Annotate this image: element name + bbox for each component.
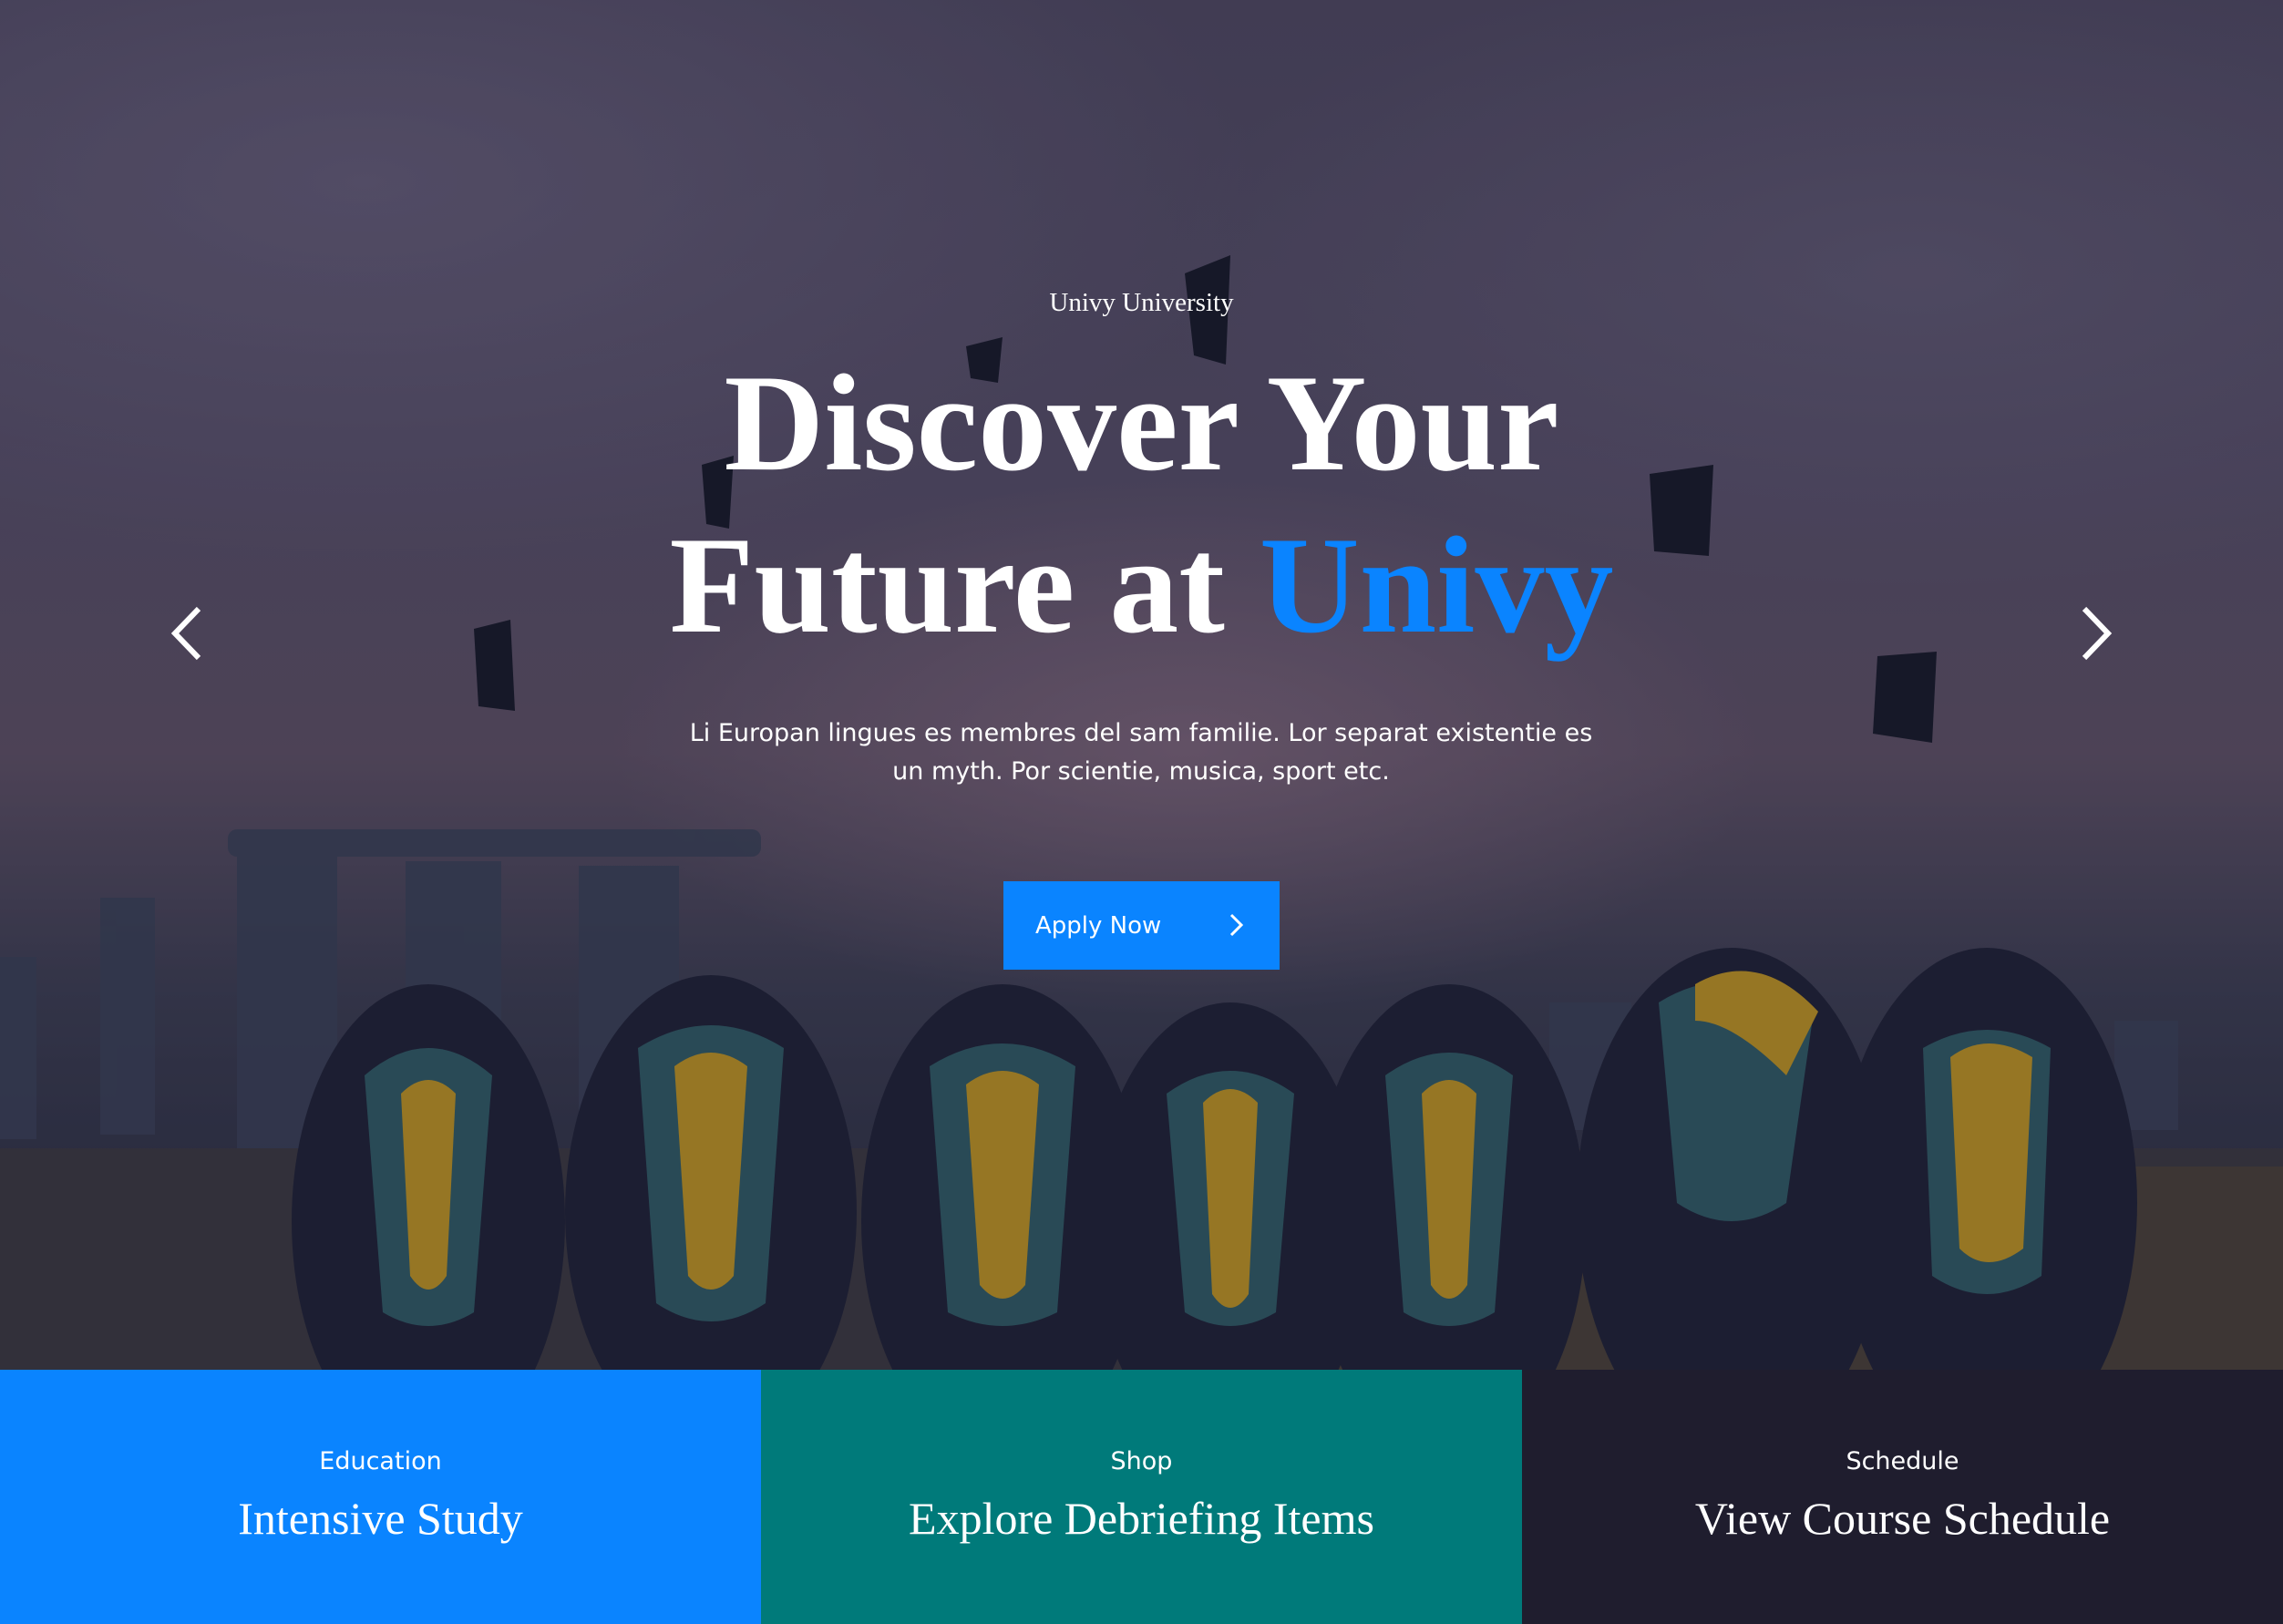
feature-title: Intensive Study: [238, 1493, 523, 1544]
headline-accent: Univy: [1259, 509, 1614, 662]
slider-prev-button[interactable]: [164, 603, 210, 663]
hero-description: Li Europan lingues es membres del sam fa…: [689, 719, 1593, 786]
slider-next-button[interactable]: [2073, 603, 2119, 663]
chevron-right-icon: [2082, 606, 2113, 661]
feature-card-education[interactable]: Education Intensive Study: [0, 1370, 761, 1624]
hero-overlay: [0, 0, 2283, 1370]
feature-title: View Course Schedule: [1694, 1493, 2111, 1544]
hero-eyebrow: Univy University: [1049, 288, 1234, 317]
hero-section: Univy University Discover Your Future at…: [0, 0, 2283, 1370]
feature-kicker: Shop: [1110, 1447, 1173, 1475]
feature-kicker: Schedule: [1846, 1447, 1959, 1475]
headline-line-2: Future at: [669, 509, 1260, 662]
chevron-left-icon: [170, 606, 201, 661]
feature-card-schedule[interactable]: Schedule View Course Schedule: [1522, 1370, 2283, 1624]
feature-kicker: Education: [319, 1447, 442, 1475]
apply-now-label: Apply Now: [1035, 911, 1162, 940]
chevron-right-icon: [1229, 913, 1244, 937]
feature-card-shop[interactable]: Shop Explore Debriefing Items: [761, 1370, 1522, 1624]
hero-headline: Discover Your Future at Univy: [0, 342, 2283, 666]
feature-title: Explore Debriefing Items: [909, 1493, 1374, 1544]
feature-strip: Education Intensive Study Shop Explore D…: [0, 1370, 2283, 1624]
apply-now-button[interactable]: Apply Now: [1003, 881, 1280, 970]
headline-line-1: Discover Your: [724, 346, 1559, 499]
